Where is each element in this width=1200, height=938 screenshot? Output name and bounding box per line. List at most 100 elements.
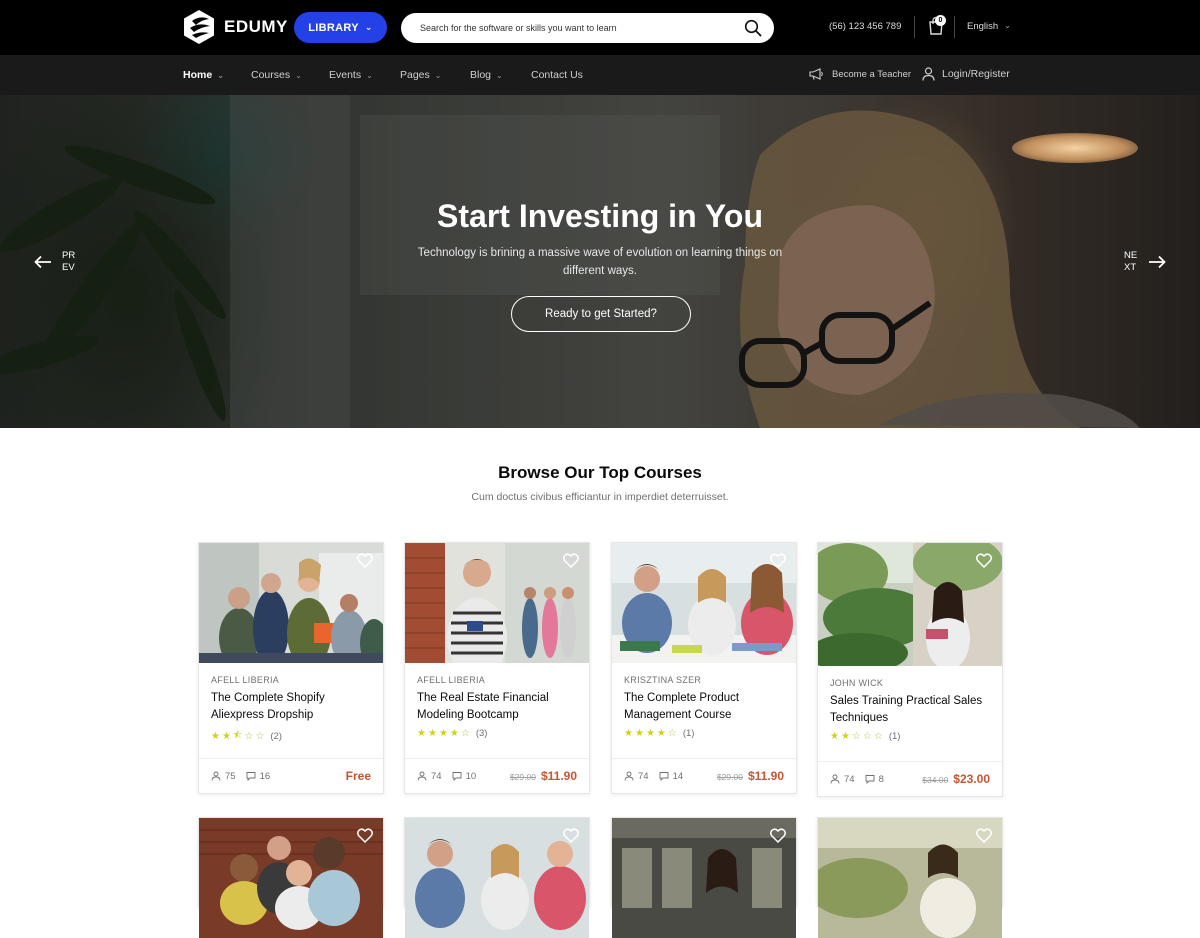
section-title: Browse Our Top Courses bbox=[498, 463, 702, 482]
star-icon: ★ bbox=[211, 731, 220, 742]
login-label: Login/Register bbox=[942, 68, 1010, 80]
course-thumbnail bbox=[612, 543, 796, 663]
course-title[interactable]: The Complete Product Management Course bbox=[624, 690, 784, 724]
course-info: AFELL LIBERIA The Complete Shopify Aliex… bbox=[199, 663, 383, 759]
language-select[interactable]: English ⌄ bbox=[967, 21, 1011, 32]
slider-prev-button[interactable]: PREV bbox=[34, 250, 76, 274]
search-input[interactable] bbox=[420, 23, 744, 33]
course-title[interactable]: The Real Estate Financial Modeling Bootc… bbox=[417, 690, 577, 724]
course-card[interactable]: AFELL LIBERIA The Complete Shopify Aliex… bbox=[198, 542, 384, 794]
review-count: (1) bbox=[888, 731, 901, 742]
heart-icon[interactable] bbox=[770, 828, 786, 843]
star-icon: ★ bbox=[624, 728, 633, 739]
section-subtitle: Cum doctus civibus efficiantur in imperd… bbox=[471, 491, 729, 503]
divider bbox=[954, 16, 955, 38]
review-count: (2) bbox=[270, 731, 282, 742]
course-rating: ★ ★ ⯪ ☆ ☆ (2) bbox=[211, 728, 371, 745]
heart-icon[interactable] bbox=[770, 553, 786, 568]
course-author: JOHN WICK bbox=[830, 678, 884, 688]
course-card[interactable] bbox=[817, 817, 1003, 938]
star-icon: ★ bbox=[840, 731, 850, 742]
course-thumbnail bbox=[818, 543, 1002, 666]
course-footer: 74 10 $29.00 $11.90 bbox=[405, 759, 589, 793]
star-icon: ★ bbox=[221, 731, 231, 742]
chevron-down-icon: ⌄ bbox=[1004, 21, 1011, 30]
get-started-button[interactable]: Ready to get Started? bbox=[511, 296, 691, 332]
course-author: KRISZTINA SZER bbox=[624, 675, 702, 685]
nav-item-pages[interactable]: Pages ⌄ bbox=[400, 69, 441, 81]
comments-count: 16 bbox=[259, 770, 271, 782]
become-teacher-label: Become a Teacher bbox=[832, 68, 912, 80]
students-icon bbox=[624, 771, 634, 781]
course-title[interactable]: The Complete Shopify Aliexpress Dropship bbox=[211, 690, 371, 724]
hero-banner: PREV Start Investing in You Technology i… bbox=[0, 95, 1200, 428]
library-button[interactable]: LIBRARY ⌄ bbox=[294, 12, 387, 43]
course-thumbnail bbox=[612, 818, 796, 938]
course-thumbnail bbox=[405, 818, 589, 938]
login-register-link[interactable]: Login/Register bbox=[922, 67, 1010, 81]
course-card[interactable] bbox=[404, 817, 590, 938]
students-count: 74 bbox=[431, 770, 442, 782]
search-icon[interactable] bbox=[744, 19, 762, 37]
nav-item-home[interactable]: Home ⌄ bbox=[183, 69, 224, 81]
nav-label: Courses bbox=[251, 69, 291, 81]
heart-icon[interactable] bbox=[976, 553, 992, 568]
course-title[interactable]: Sales Training Practical Sales Technique… bbox=[830, 693, 990, 727]
arrow-left-icon bbox=[34, 255, 51, 269]
hero-subtitle: Technology is brining a massive wave of … bbox=[417, 247, 783, 277]
course-card[interactable]: AFELL LIBERIA The Real Estate Financial … bbox=[404, 542, 590, 794]
students-stat: 74 bbox=[417, 771, 442, 782]
course-card[interactable]: JOHN WICK Sales Training Practical Sales… bbox=[817, 542, 1003, 797]
nav-item-contact[interactable]: Contact Us bbox=[531, 69, 583, 81]
slider-next-button[interactable]: NEXT bbox=[1124, 250, 1166, 274]
heart-icon[interactable] bbox=[563, 553, 579, 568]
course-photo bbox=[199, 543, 383, 663]
nav-item-courses[interactable]: Courses ⌄ bbox=[251, 69, 302, 81]
logo[interactable]: EDUMY bbox=[182, 9, 288, 45]
course-pricing: Free bbox=[341, 769, 371, 783]
students-stat: 75 bbox=[211, 771, 236, 782]
star-empty-icon: ☆ bbox=[460, 728, 470, 739]
old-price: $29.00 bbox=[509, 772, 536, 782]
course-pricing: $29.00 $11.90 bbox=[717, 769, 784, 783]
heart-icon[interactable] bbox=[357, 553, 373, 568]
course-footer: 75 16 Free bbox=[199, 759, 383, 793]
course-card[interactable]: KRISZTINA SZER The Complete Product Mana… bbox=[611, 542, 797, 794]
course-pricing: $29.00 $11.90 bbox=[510, 769, 577, 783]
comments-count: 14 bbox=[672, 770, 684, 782]
course-card[interactable] bbox=[611, 817, 797, 938]
nav-item-blog[interactable]: Blog ⌄ bbox=[470, 69, 503, 81]
star-icon: ★ bbox=[634, 728, 644, 739]
become-teacher-link[interactable]: Become a Teacher bbox=[809, 68, 911, 80]
get-started-label: Ready to get Started? bbox=[545, 308, 657, 320]
comments-icon bbox=[865, 775, 875, 784]
divider bbox=[914, 16, 915, 38]
logo-text: EDUMY bbox=[224, 17, 288, 36]
course-info: KRISZTINA SZER The Complete Product Mana… bbox=[612, 663, 796, 759]
language-label: English bbox=[967, 21, 999, 32]
star-icon: ★ bbox=[417, 728, 426, 739]
nav-item-events[interactable]: Events ⌄ bbox=[329, 69, 373, 81]
heart-icon[interactable] bbox=[563, 828, 579, 843]
heart-icon[interactable] bbox=[976, 828, 992, 843]
top-header: EDUMY LIBRARY ⌄ (56) 123 456 789 0 Engli… bbox=[0, 0, 1200, 55]
course-info: JOHN WICK Sales Training Practical Sales… bbox=[818, 666, 1002, 762]
course-author: AFELL LIBERIA bbox=[211, 675, 280, 685]
star-icon: ★ bbox=[427, 728, 437, 739]
course-card[interactable] bbox=[198, 817, 384, 938]
old-price: $34.00 bbox=[922, 775, 949, 785]
comments-count: 10 bbox=[465, 770, 477, 782]
phone-number[interactable]: (56) 123 456 789 bbox=[829, 21, 901, 32]
course-photo bbox=[818, 818, 1002, 938]
students-stat: 74 bbox=[830, 774, 855, 785]
comments-icon bbox=[246, 772, 256, 781]
students-count: 74 bbox=[844, 773, 855, 785]
comments-icon bbox=[659, 772, 669, 781]
comments-stat: 10 bbox=[452, 770, 477, 782]
heart-icon[interactable] bbox=[357, 828, 373, 843]
review-count: (3) bbox=[475, 728, 488, 739]
course-photo bbox=[818, 543, 1002, 666]
students-count: 74 bbox=[638, 770, 649, 782]
next-label: NEXT bbox=[1124, 250, 1138, 273]
course-thumbnail bbox=[199, 818, 383, 938]
